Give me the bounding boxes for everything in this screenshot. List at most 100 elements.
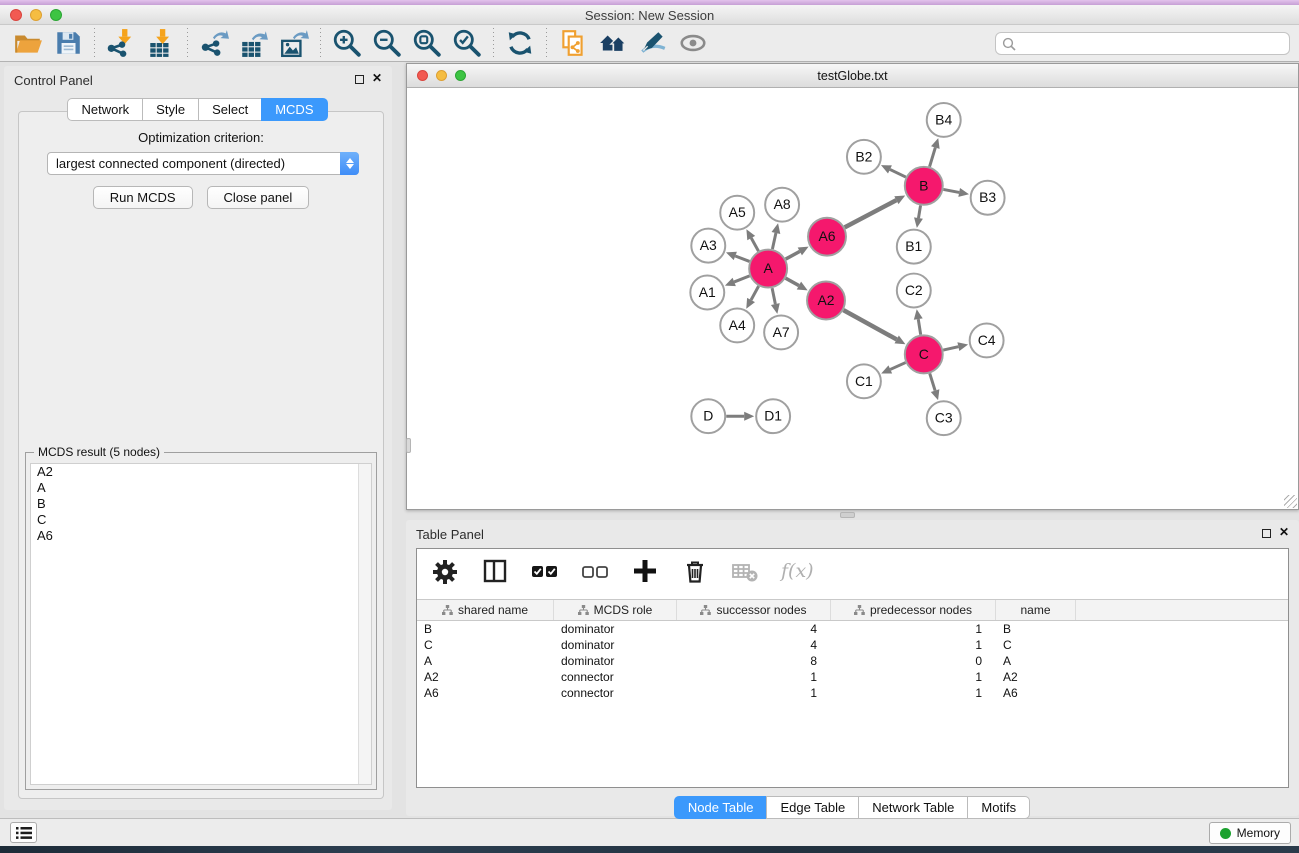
result-item-b[interactable]: B (31, 496, 371, 512)
add-column-icon[interactable] (631, 557, 659, 585)
table-cell-name[interactable]: C (996, 638, 1076, 652)
network-canvas[interactable]: B4B2BB3A8A5A6A3B1AC2A1A2A4A7C4CC1DD1C3 (407, 89, 1298, 509)
table-row[interactable]: Bdominator41B (417, 621, 1288, 637)
export-table-icon[interactable] (239, 28, 269, 58)
memory-button[interactable]: Memory (1209, 822, 1291, 844)
graph-edge-A-A1[interactable] (734, 276, 749, 282)
column-header-predecessor-nodes[interactable]: predecessor nodes (831, 600, 996, 620)
table-cell-mcds-role[interactable]: dominator (554, 638, 677, 652)
graph-edge-A-A2[interactable] (786, 278, 799, 285)
table-cell-name[interactable]: A (996, 654, 1076, 668)
export-network-icon[interactable] (199, 28, 229, 58)
zoom-out-icon[interactable] (372, 28, 402, 58)
duplicate-network-icon[interactable] (558, 28, 588, 58)
column-header-mcds-role[interactable]: MCDS role (554, 600, 677, 620)
table-cell-predecessor-nodes[interactable]: 1 (831, 638, 996, 652)
tab-edge-table[interactable]: Edge Table (766, 796, 859, 819)
table-cell-mcds-role[interactable]: connector (554, 670, 677, 684)
float-panel-icon[interactable] (355, 75, 364, 84)
table-cell-shared-name[interactable]: A (417, 654, 554, 668)
graph-edge-C-C1[interactable] (890, 363, 905, 370)
network-window-titlebar[interactable]: testGlobe.txt (407, 64, 1298, 88)
tab-style[interactable]: Style (142, 98, 199, 121)
graph-edge-A2-C[interactable] (843, 310, 896, 339)
graph-edge-C-C3[interactable] (930, 373, 935, 390)
result-item-a2[interactable]: A2 (31, 464, 371, 480)
tab-select[interactable]: Select (198, 98, 262, 121)
table-cell-mcds-role[interactable]: dominator (554, 654, 677, 668)
table-cell-name[interactable]: A2 (996, 670, 1076, 684)
import-network-icon[interactable] (106, 28, 136, 58)
table-cell-shared-name[interactable]: C (417, 638, 554, 652)
close-panel-button[interactable]: Close panel (207, 186, 310, 209)
float-panel-icon[interactable] (1262, 529, 1271, 538)
tab-network-table[interactable]: Network Table (858, 796, 968, 819)
graph-edge-C-C4[interactable] (943, 347, 958, 350)
eye-icon[interactable] (678, 28, 708, 58)
resize-grip-icon[interactable] (1284, 495, 1297, 508)
table-row[interactable]: Adominator80A (417, 653, 1288, 669)
table-cell-successor-nodes[interactable]: 1 (677, 686, 831, 700)
zoom-selected-icon[interactable] (452, 28, 482, 58)
graph-edge-A-A7[interactable] (772, 288, 775, 304)
run-mcds-button[interactable]: Run MCDS (93, 186, 193, 209)
table-cell-predecessor-nodes[interactable]: 1 (831, 686, 996, 700)
save-icon[interactable] (53, 28, 83, 58)
function-builder-icon[interactable]: f(x) (781, 560, 814, 582)
zoom-in-icon[interactable] (332, 28, 362, 58)
graph-edge-B-B4[interactable] (930, 148, 936, 167)
result-item-a[interactable]: A (31, 480, 371, 496)
delete-table-icon[interactable] (731, 557, 759, 585)
graph-edge-B-B1[interactable] (918, 205, 920, 218)
result-item-a6[interactable]: A6 (31, 528, 371, 544)
split-column-icon[interactable] (481, 557, 509, 585)
table-cell-predecessor-nodes[interactable]: 1 (831, 670, 996, 684)
result-list-scrollbar[interactable] (358, 464, 371, 784)
tab-node-table[interactable]: Node Table (674, 796, 768, 819)
table-cell-successor-nodes[interactable]: 8 (677, 654, 831, 668)
trash-icon[interactable] (681, 557, 709, 585)
gear-icon[interactable] (431, 557, 459, 585)
graph-edge-A-A4[interactable] (751, 286, 759, 300)
houses-icon[interactable] (598, 28, 628, 58)
result-item-c[interactable]: C (31, 512, 371, 528)
graph-edge-A-A6[interactable] (786, 251, 800, 259)
graph-edge-A-A8[interactable] (772, 233, 776, 249)
splitter-grip-vertical[interactable] (406, 438, 411, 453)
import-table-icon[interactable] (146, 28, 176, 58)
table-row[interactable]: A2connector11A2 (417, 669, 1288, 685)
optimization-criterion-select[interactable]: largest connected component (directed) (47, 152, 359, 175)
table-cell-name[interactable]: B (996, 622, 1076, 636)
deselect-checkboxes-icon[interactable] (581, 557, 609, 585)
table-cell-mcds-role[interactable]: dominator (554, 622, 677, 636)
table-cell-successor-nodes[interactable]: 4 (677, 638, 831, 652)
tab-mcds[interactable]: MCDS (261, 98, 327, 121)
table-cell-shared-name[interactable]: A2 (417, 670, 554, 684)
graph-edge-B-B3[interactable] (943, 189, 959, 192)
close-panel-icon[interactable] (1279, 527, 1291, 539)
graph-edge-A-A3[interactable] (735, 256, 749, 261)
table-cell-mcds-role[interactable]: connector (554, 686, 677, 700)
table-cell-predecessor-nodes[interactable]: 0 (831, 654, 996, 668)
export-image-icon[interactable] (279, 28, 309, 58)
close-panel-icon[interactable] (372, 73, 384, 85)
tab-motifs[interactable]: Motifs (967, 796, 1030, 819)
table-row[interactable]: Cdominator41C (417, 637, 1288, 653)
graph-edge-A-A5[interactable] (751, 238, 758, 251)
pen-eye-icon[interactable] (638, 28, 668, 58)
graph-edge-C-C2[interactable] (918, 319, 920, 335)
table-cell-successor-nodes[interactable]: 1 (677, 670, 831, 684)
zoom-fit-icon[interactable] (412, 28, 442, 58)
table-cell-name[interactable]: A6 (996, 686, 1076, 700)
graph-edge-A6-B[interactable] (845, 200, 897, 227)
open-folder-icon[interactable] (13, 28, 43, 58)
refresh-icon[interactable] (505, 28, 535, 58)
task-history-button[interactable] (10, 822, 37, 843)
graph-edge-B-B2[interactable] (890, 169, 906, 177)
table-cell-shared-name[interactable]: A6 (417, 686, 554, 700)
column-header-name[interactable]: name (996, 600, 1076, 620)
tab-network[interactable]: Network (67, 98, 143, 121)
table-cell-shared-name[interactable]: B (417, 622, 554, 636)
splitter-grip-horizontal[interactable] (840, 512, 855, 518)
table-cell-predecessor-nodes[interactable]: 1 (831, 622, 996, 636)
